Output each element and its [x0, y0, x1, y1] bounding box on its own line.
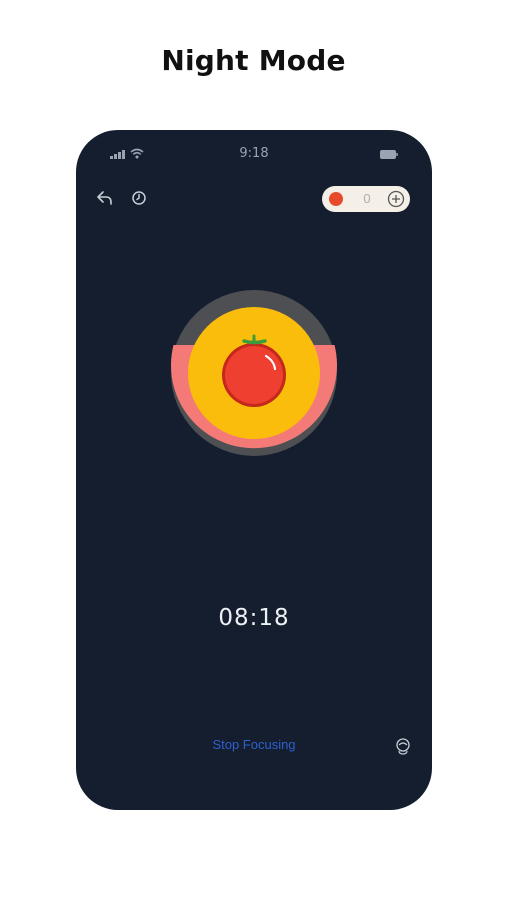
plus-circle-icon[interactable]: [387, 190, 405, 208]
tomato-count: 0: [363, 191, 371, 206]
phone-frame: 9:18 0 08:18 Stop Focusing: [76, 130, 432, 810]
status-bar: 9:18: [76, 144, 432, 164]
page-headline: Night Mode: [161, 44, 346, 77]
stop-focusing-button[interactable]: Stop Focusing: [196, 737, 312, 752]
sound-icon[interactable]: [394, 737, 412, 755]
status-time: 9:18: [239, 146, 269, 161]
tomato-counter: 0: [322, 186, 410, 212]
tomato-dot-icon: [329, 192, 343, 206]
back-arrow-icon[interactable]: [96, 190, 114, 206]
timer-display: 08:18: [218, 605, 290, 631]
battery-icon: [380, 150, 398, 159]
clock-icon[interactable]: [131, 190, 147, 206]
screenshot-page: Night Mode 9:18 0 08:18 Stop Focusing: [0, 0, 507, 900]
focus-dial: [171, 290, 337, 456]
